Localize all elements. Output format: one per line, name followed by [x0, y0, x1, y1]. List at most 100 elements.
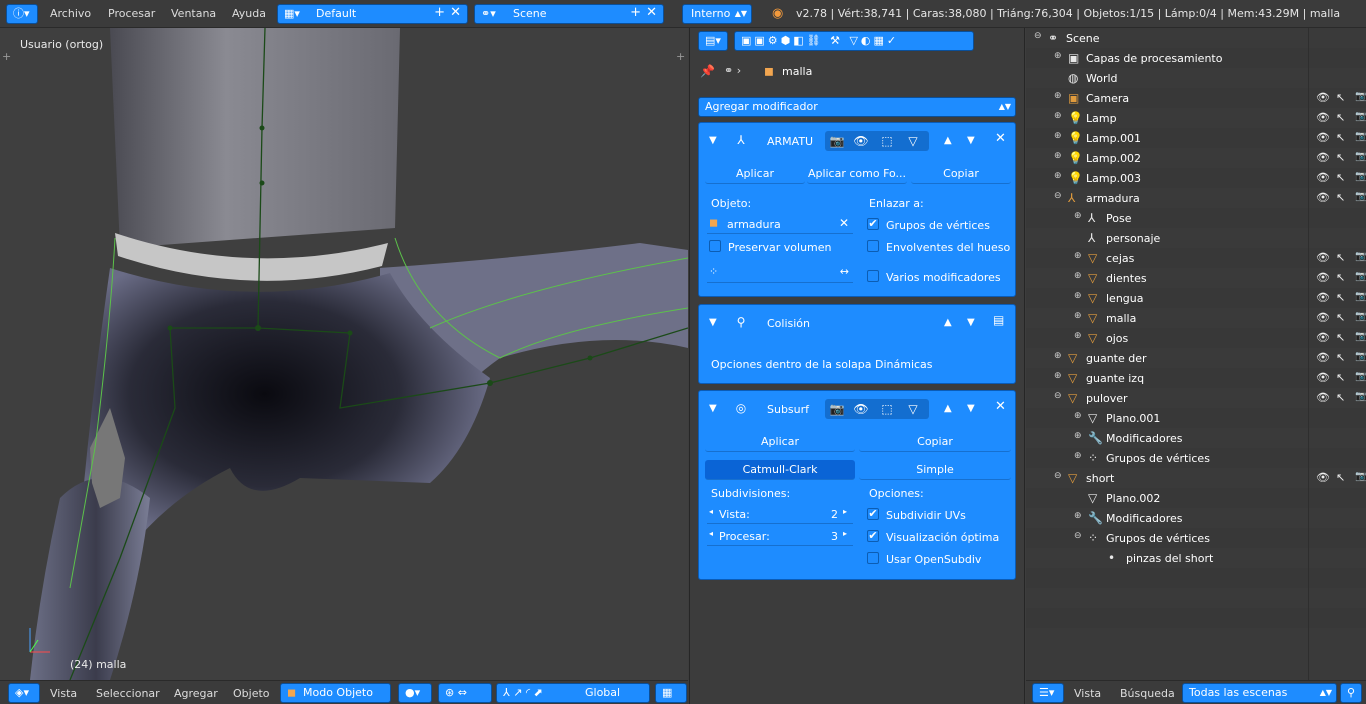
outliner-item-label[interactable]: cejas [1106, 252, 1134, 265]
selectability-arrow-icon[interactable]: ↖ [1336, 391, 1345, 404]
expand-icon[interactable]: ⊕ [1054, 371, 1062, 381]
outliner-item-label[interactable]: Modificadores [1106, 512, 1182, 525]
visibility-eye-icon[interactable]: 👁 [1316, 471, 1330, 484]
renderability-camera-icon[interactable]: 📷 [1355, 131, 1366, 142]
menu-seleccionar[interactable]: Seleccionar [96, 687, 160, 700]
editmode-toggle-icon[interactable]: ⬚ [877, 132, 897, 150]
outliner-row[interactable]: • pinzas del short [1026, 548, 1366, 568]
outliner-row[interactable]: ⊕ ▽ lengua 👁 ↖ 📷 [1026, 288, 1366, 308]
selectability-arrow-icon[interactable]: ↖ [1336, 311, 1345, 324]
collapse-icon[interactable]: ▼ [709, 317, 717, 328]
outliner-item-label[interactable]: Pose [1106, 212, 1131, 225]
preserve-volume-checkbox[interactable] [709, 240, 721, 252]
outliner-row[interactable]: ⊕ 💡 Lamp.002 👁 ↖ 📷 [1026, 148, 1366, 168]
pin-icon[interactable]: 📌 [700, 64, 715, 78]
display-toggles[interactable]: 📷 👁 ⬚ ▽ [825, 399, 929, 419]
menu-busqueda[interactable]: Búsqueda [1120, 687, 1175, 700]
collision-modifier-name[interactable]: Colisión [767, 317, 810, 330]
visibility-eye-icon[interactable]: 👁 [1316, 291, 1330, 304]
increment-icon[interactable]: ▸ [843, 507, 847, 516]
decrement-icon[interactable]: ◂ [709, 529, 713, 538]
outliner-row[interactable]: ⊕ ▣ Camera 👁 ↖ 📷 [1026, 88, 1366, 108]
bone-envelopes-checkbox[interactable] [867, 240, 879, 252]
outliner-item-label[interactable]: Plano.001 [1106, 412, 1160, 425]
outliner-row[interactable]: ⊕ ▽ Plano.001 [1026, 408, 1366, 428]
outliner-item-label[interactable]: Lamp [1086, 112, 1117, 125]
render-engine-select[interactable]: Interno ▲▼ [682, 4, 752, 24]
vertex-groups-checkbox[interactable] [867, 218, 879, 230]
outliner-row[interactable]: ⊕ ▽ guante der 👁 ↖ 📷 [1026, 348, 1366, 368]
scene-selector[interactable]: ⚭▾ Scene + ✕ [474, 4, 664, 24]
cage-toggle-icon[interactable]: ▽ [903, 400, 923, 418]
expand-icon[interactable]: ⊕ [1074, 511, 1082, 521]
selectability-arrow-icon[interactable]: ↖ [1336, 271, 1345, 284]
outliner-item-label[interactable]: World [1086, 72, 1118, 85]
expand-icon[interactable]: ⊕ [1074, 271, 1082, 281]
menu-objeto[interactable]: Objeto [233, 687, 270, 700]
visibility-eye-icon[interactable]: 👁 [1316, 171, 1330, 184]
outliner-item-label[interactable]: Camera [1086, 92, 1129, 105]
visibility-eye-icon[interactable]: 👁 [1316, 351, 1330, 364]
view-levels-field[interactable]: ◂ Vista: 2 ▸ [707, 504, 853, 524]
toolshelf-toggle-icon[interactable]: + [2, 50, 11, 63]
visibility-eye-icon[interactable]: 👁 [1316, 131, 1330, 144]
outliner-row[interactable]: ⊕ 🔧 Modificadores [1026, 508, 1366, 528]
visibility-eye-icon[interactable]: 👁 [1316, 371, 1330, 384]
expand-icon[interactable]: ⊕ [1054, 151, 1062, 161]
collapse-icon[interactable]: ⊖ [1054, 471, 1062, 481]
outliner-item-label[interactable]: Lamp.003 [1086, 172, 1141, 185]
outliner-row[interactable]: ▽ Plano.002 [1026, 488, 1366, 508]
outliner-item-label[interactable]: armadura [1086, 192, 1140, 205]
move-up-icon[interactable]: ▲ [944, 317, 952, 328]
menu-agregar[interactable]: Agregar [174, 687, 218, 700]
visibility-eye-icon[interactable]: 👁 [1316, 151, 1330, 164]
renderability-camera-icon[interactable]: 📷 [1355, 271, 1366, 282]
remove-scene-icon[interactable]: ✕ [646, 6, 657, 19]
selectability-arrow-icon[interactable]: ↖ [1336, 151, 1345, 164]
render-toggle-icon[interactable]: 📷 [827, 132, 847, 150]
move-down-icon[interactable]: ▼ [967, 403, 975, 414]
expand-icon[interactable]: ⊕ [1074, 251, 1082, 261]
outliner-item-label[interactable]: personaje [1106, 232, 1160, 245]
outliner-item-label[interactable]: guante der [1086, 352, 1147, 365]
renderability-camera-icon[interactable]: 📷 [1355, 471, 1366, 482]
expand-icon[interactable]: ⊕ [1074, 451, 1082, 461]
outliner-row[interactable]: ⊕ ▽ cejas 👁 ↖ 📷 [1026, 248, 1366, 268]
selectability-arrow-icon[interactable]: ↖ [1336, 91, 1345, 104]
renderability-camera-icon[interactable]: 📷 [1355, 251, 1366, 262]
outliner-row[interactable]: ⊕ ⅄ Pose [1026, 208, 1366, 228]
expand-icon[interactable]: ⊕ [1054, 111, 1062, 121]
visibility-eye-icon[interactable]: 👁 [1316, 91, 1330, 104]
renderability-camera-icon[interactable]: 📷 [1355, 371, 1366, 382]
search-icon[interactable]: ⚲ [1340, 683, 1362, 703]
expand-icon[interactable]: ⊕ [1074, 291, 1082, 301]
outliner-item-label[interactable]: Grupos de vértices [1106, 532, 1210, 545]
outliner-item-label[interactable]: ojos [1106, 332, 1128, 345]
renderability-camera-icon[interactable]: 📷 [1355, 171, 1366, 182]
selectability-arrow-icon[interactable]: ↖ [1336, 251, 1345, 264]
vertex-group-field[interactable]: ⁘ ↔ [707, 263, 853, 283]
layout-selector[interactable]: ▦▾ Default + ✕ [277, 4, 468, 24]
outliner-row[interactable]: ⊕ ▽ dientes 👁 ↖ 📷 [1026, 268, 1366, 288]
selectability-arrow-icon[interactable]: ↖ [1336, 291, 1345, 304]
expand-icon[interactable]: ⊕ [1054, 351, 1062, 361]
menu-vista[interactable]: Vista [1074, 687, 1101, 700]
remove-modifier-icon[interactable]: ✕ [995, 399, 1006, 414]
armature-object-field[interactable]: ◼ armadura ✕ [707, 214, 853, 234]
expand-icon[interactable]: ⊕ [1054, 91, 1062, 101]
multi-modifier-checkbox[interactable] [867, 270, 879, 282]
expand-icon[interactable]: ⊕ [1054, 171, 1062, 181]
menu-procesar[interactable]: Procesar [108, 7, 155, 20]
selectability-arrow-icon[interactable]: ↖ [1336, 471, 1345, 484]
decrement-icon[interactable]: ◂ [709, 507, 713, 516]
outliner-row[interactable]: ⊖ ▽ pulover 👁 ↖ 📷 [1026, 388, 1366, 408]
apply-button[interactable]: Aplicar [705, 164, 805, 184]
cage-toggle-icon[interactable]: ▽ [903, 132, 923, 150]
selectability-arrow-icon[interactable]: ↖ [1336, 191, 1345, 204]
outliner-row[interactable]: ⊕ ▽ guante izq 👁 ↖ 📷 [1026, 368, 1366, 388]
outliner-row[interactable]: ◍ World [1026, 68, 1366, 88]
visibility-eye-icon[interactable]: 👁 [1316, 311, 1330, 324]
viewport-toggle-icon[interactable]: 👁 [851, 132, 871, 150]
expand-icon[interactable]: ⊕ [1054, 131, 1062, 141]
visibility-eye-icon[interactable]: 👁 [1316, 391, 1330, 404]
